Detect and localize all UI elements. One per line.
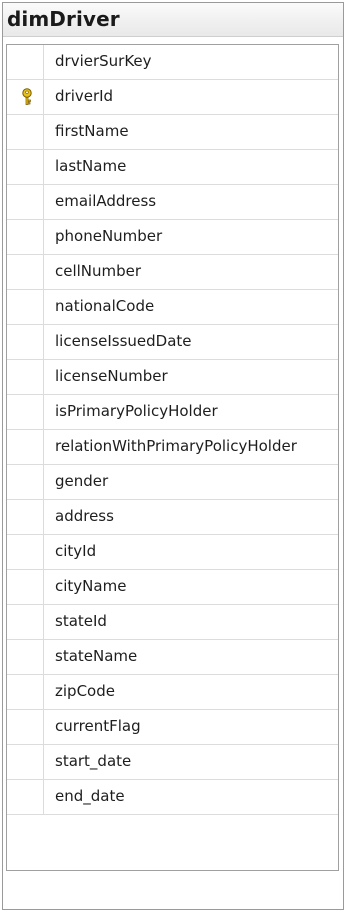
column-name: cityId: [55, 542, 97, 560]
row-selector[interactable]: [7, 710, 44, 744]
column-row[interactable]: address: [7, 500, 338, 535]
table-title: dimDriver: [7, 7, 120, 31]
column-row[interactable]: phoneNumber: [7, 220, 338, 255]
column-row[interactable]: firstName: [7, 115, 338, 150]
row-selector[interactable]: [7, 430, 44, 464]
row-selector[interactable]: [7, 360, 44, 394]
column-row[interactable]: licenseIssuedDate: [7, 325, 338, 360]
column-row[interactable]: licenseNumber: [7, 360, 338, 395]
column-row[interactable]: end_date: [7, 780, 338, 815]
column-name: gender: [55, 472, 109, 490]
column-name: licenseIssuedDate: [55, 332, 192, 350]
row-selector[interactable]: [7, 570, 44, 604]
column-name: phoneNumber: [55, 227, 163, 245]
column-row[interactable]: cityId: [7, 535, 338, 570]
column-name: drvierSurKey: [55, 52, 152, 70]
column-name: driverId: [55, 87, 114, 105]
row-selector[interactable]: [7, 115, 44, 149]
row-selector[interactable]: [7, 150, 44, 184]
row-selector[interactable]: [7, 395, 44, 429]
column-name: end_date: [55, 787, 125, 805]
column-row[interactable]: gender: [7, 465, 338, 500]
row-selector[interactable]: [7, 605, 44, 639]
column-name: relationWithPrimaryPolicyHolder: [55, 437, 297, 455]
primary-key-icon: [22, 88, 32, 105]
table-title-bar[interactable]: dimDriver: [3, 3, 343, 37]
column-row[interactable]: currentFlag: [7, 710, 338, 745]
row-selector[interactable]: [7, 465, 44, 499]
column-name: firstName: [55, 122, 129, 140]
row-selector[interactable]: [7, 255, 44, 289]
column-name: start_date: [55, 752, 132, 770]
column-row[interactable]: relationWithPrimaryPolicyHolder: [7, 430, 338, 465]
column-row[interactable]: lastName: [7, 150, 338, 185]
column-name: licenseNumber: [55, 367, 168, 385]
column-row[interactable]: driverId: [7, 80, 338, 115]
column-name: address: [55, 507, 114, 525]
row-selector[interactable]: [7, 80, 44, 114]
table-window-dimdriver[interactable]: dimDriver drvierSurKey driverId firstName l…: [2, 2, 344, 910]
row-selector[interactable]: [7, 220, 44, 254]
column-row[interactable]: drvierSurKey: [7, 45, 338, 80]
column-name: currentFlag: [55, 717, 141, 735]
column-row[interactable]: nationalCode: [7, 290, 338, 325]
row-selector[interactable]: [7, 675, 44, 709]
column-row[interactable]: start_date: [7, 745, 338, 780]
column-name: cityName: [55, 577, 127, 595]
row-selector[interactable]: [7, 290, 44, 324]
row-selector[interactable]: [7, 325, 44, 359]
column-name: lastName: [55, 157, 127, 175]
column-name: zipCode: [55, 682, 115, 700]
column-row[interactable]: cityName: [7, 570, 338, 605]
column-name: emailAddress: [55, 192, 157, 210]
column-row[interactable]: cellNumber: [7, 255, 338, 290]
column-name: stateName: [55, 647, 138, 665]
row-selector[interactable]: [7, 185, 44, 219]
row-selector[interactable]: [7, 500, 44, 534]
row-selector[interactable]: [7, 780, 44, 814]
column-name: nationalCode: [55, 297, 155, 315]
column-row[interactable]: stateName: [7, 640, 338, 675]
column-row[interactable]: stateId: [7, 605, 338, 640]
column-grid: drvierSurKey driverId firstName lastName ema…: [6, 44, 339, 871]
column-row[interactable]: zipCode: [7, 675, 338, 710]
row-selector[interactable]: [7, 535, 44, 569]
column-name: stateId: [55, 612, 107, 630]
column-row[interactable]: emailAddress: [7, 185, 338, 220]
row-selector[interactable]: [7, 45, 44, 79]
row-selector[interactable]: [7, 745, 44, 779]
column-name: cellNumber: [55, 262, 142, 280]
column-name: isPrimaryPolicyHolder: [55, 402, 218, 420]
column-row[interactable]: isPrimaryPolicyHolder: [7, 395, 338, 430]
row-selector[interactable]: [7, 640, 44, 674]
